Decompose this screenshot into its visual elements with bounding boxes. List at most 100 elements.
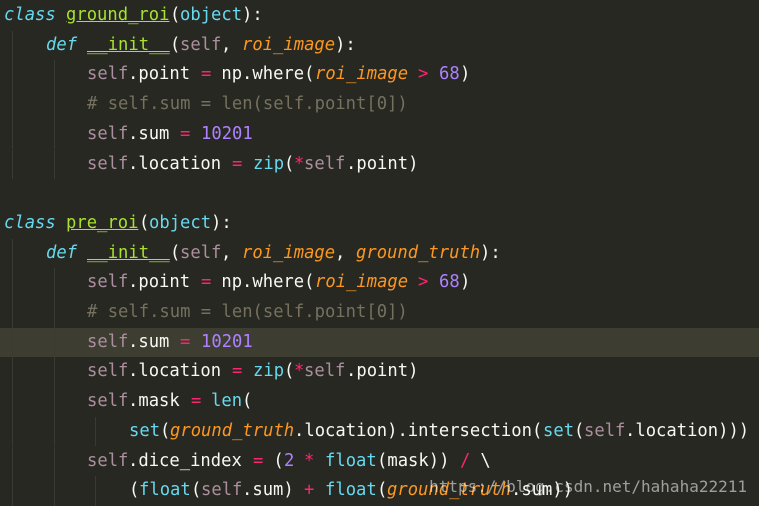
code-line[interactable]: set(ground_truth .location).intersection(… <box>0 416 759 447</box>
indent-guide <box>12 238 13 269</box>
code-token: = <box>180 331 191 352</box>
code-token: .mask <box>128 391 191 412</box>
code-token: 68 <box>438 272 460 293</box>
code-line[interactable]: # self.sum = len(self.point[0]) <box>0 90 759 120</box>
code-token: ( <box>376 480 388 501</box>
code-token: float <box>138 480 191 501</box>
code-token: ground_roi <box>66 5 170 25</box>
indent-guide <box>95 476 96 506</box>
code-token: = <box>190 391 201 412</box>
code-token: 10201 <box>200 331 253 352</box>
indent-guide <box>12 149 13 180</box>
code-token: ) <box>459 64 470 85</box>
code-token: * <box>304 450 315 471</box>
indent-guide <box>53 357 55 388</box>
code-token: def <box>45 242 77 263</box>
code-token: self <box>304 153 346 174</box>
code-token: zip <box>252 361 284 382</box>
indent-guide <box>53 268 55 298</box>
indent-guide <box>53 119 55 150</box>
indent-guide <box>12 90 13 120</box>
code-token: = <box>252 450 263 471</box>
indent-guide <box>53 60 55 91</box>
code-line[interactable]: self .location = zip(* self .point) <box>0 149 759 180</box>
code-token: (mask)) <box>376 450 460 471</box>
code-token: set <box>542 420 574 441</box>
code-token: .sum <box>128 331 181 352</box>
code-line[interactable]: # self.sum = len(self.point[0]) <box>0 298 759 328</box>
code-token: > <box>418 272 429 293</box>
code-token: self <box>87 153 129 174</box>
indent-guide <box>95 416 96 447</box>
code-token: float <box>325 480 377 501</box>
code-line[interactable]: def __init__(self, roi_image): <box>0 30 759 61</box>
code-token: ( <box>190 480 201 501</box>
indent-guide <box>53 476 55 506</box>
code-line[interactable]: self .sum = 10201 <box>0 119 759 150</box>
code-line[interactable]: def __init__(self, roi_image, ground_tru… <box>0 238 759 269</box>
code-token: roi_image <box>242 34 336 55</box>
code-line[interactable]: self .dice_index = (2 * float (mask)) / \ <box>0 446 759 477</box>
code-token: np.where( <box>211 64 315 85</box>
code-token: ( <box>138 212 149 233</box>
code-token: self <box>87 361 129 382</box>
indent-guide <box>53 90 55 120</box>
code-token: ): <box>335 34 356 55</box>
code-token: ) <box>459 272 470 293</box>
code-token: ( <box>283 153 294 174</box>
code-line[interactable]: class pre_roi(object): <box>0 209 759 239</box>
code-token: class <box>4 5 56 25</box>
code-token: ( <box>169 5 180 25</box>
code-token: .location <box>128 361 232 382</box>
code-token: pre_roi <box>66 212 139 233</box>
code-token: self <box>200 480 243 501</box>
code-token: ( <box>283 361 294 382</box>
code-token: np.where( <box>211 272 315 293</box>
code-line[interactable]: self .location = zip(* self .point) <box>0 357 759 388</box>
code-line[interactable] <box>0 179 759 209</box>
code-token: roi_image <box>314 64 408 85</box>
code-editor[interactable]: class ground_roi(object): def __init__(se… <box>0 0 759 506</box>
code-token: self <box>180 242 222 263</box>
code-line-current[interactable]: self .sum = 10201 <box>0 327 759 358</box>
code-token: * <box>294 153 305 174</box>
code-line[interactable]: self .mask = len( <box>0 387 759 417</box>
code-token: __init__ <box>86 242 170 263</box>
code-line[interactable]: class ground_roi(object): <box>0 1 759 31</box>
code-token: float <box>325 450 377 471</box>
code-token: .sum) <box>242 480 305 501</box>
code-token: ground_truth <box>169 420 295 441</box>
code-token: class <box>4 212 56 233</box>
code-token: self <box>87 331 129 352</box>
code-token: self <box>87 272 129 293</box>
code-token: .sum <box>128 123 181 144</box>
code-token: self <box>583 420 626 441</box>
code-token: object <box>148 212 211 233</box>
indent-guide <box>12 268 13 298</box>
code-token: ( <box>169 242 181 263</box>
code-token: self <box>87 123 129 144</box>
indent-guide <box>53 416 55 447</box>
code-token: zip <box>252 153 284 174</box>
code-token: ): <box>211 212 232 233</box>
code-line[interactable]: self .point = np.where(roi_image > 68) <box>0 60 759 91</box>
code-line[interactable]: self .point = np.where(roi_image > 68) <box>0 268 759 298</box>
code-token: self <box>87 64 129 85</box>
code-token: set <box>128 420 160 441</box>
code-token: .point <box>128 64 201 85</box>
code-token: __init__ <box>86 34 170 55</box>
indent-guide <box>12 119 13 150</box>
code-token: .point) <box>345 361 419 382</box>
code-token: self <box>87 391 129 412</box>
code-token: roi_image <box>314 272 408 293</box>
